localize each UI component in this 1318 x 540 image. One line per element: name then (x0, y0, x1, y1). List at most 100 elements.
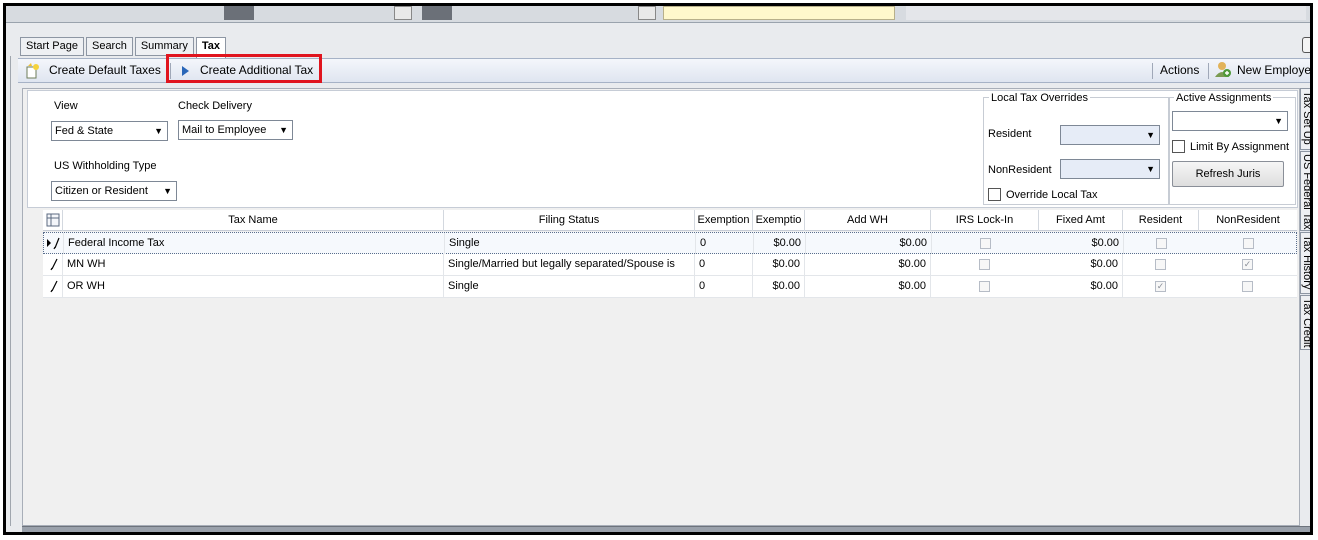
column-header-exemption-amount[interactable]: Exemptio (753, 210, 805, 231)
row-indicator (44, 233, 64, 254)
row-indicator (43, 254, 63, 275)
chevron-down-icon: ▼ (1146, 164, 1155, 174)
view-label: View (54, 100, 78, 112)
row-indicator (43, 276, 63, 297)
active-assignments-select[interactable]: ▼ (1172, 111, 1288, 131)
cell-add-wh[interactable]: $0.00 (805, 276, 931, 297)
resident-checkbox[interactable]: ✓ (1155, 281, 1166, 292)
partial-combo-left (224, 6, 254, 20)
nonresident-checkbox[interactable] (1242, 281, 1253, 292)
column-header-add-wh[interactable]: Add WH (805, 210, 931, 231)
cell-filing-status[interactable]: Single (445, 233, 696, 254)
nonresident-checkbox[interactable] (1243, 238, 1254, 249)
resident-checkbox[interactable] (1156, 238, 1167, 249)
check-delivery-label: Check Delivery (178, 100, 252, 112)
refresh-juris-button[interactable]: Refresh Juris (1172, 161, 1284, 187)
tab-search[interactable]: Search (85, 37, 133, 56)
us-withholding-select[interactable]: Citizen or Resident ▼ (51, 181, 177, 201)
override-local-tax-checkbox[interactable] (988, 188, 1001, 201)
override-local-tax-label: Override Local Tax (1006, 189, 1098, 201)
bottom-splitter[interactable] (22, 526, 1310, 532)
column-header-exemption[interactable]: Exemption (695, 210, 753, 231)
pencil-icon (50, 258, 58, 271)
side-tab-tax-set-up[interactable]: Tax Set Up (1300, 88, 1310, 150)
side-tab-tax-history[interactable]: Tax History (1300, 232, 1310, 294)
check-delivery-select[interactable]: Mail to Employee ▼ (178, 120, 293, 140)
column-header-fixed-amt[interactable]: Fixed Amt (1039, 210, 1123, 231)
view-select[interactable]: Fed & State ▼ (51, 121, 168, 141)
current-row-arrow-icon (47, 237, 60, 250)
resident-select[interactable]: ▼ (1060, 125, 1160, 145)
irs-lock-in-checkbox[interactable] (980, 238, 991, 249)
partial-dropdown-button[interactable] (394, 6, 412, 20)
top-filter-strip (6, 6, 1310, 23)
table-row[interactable]: Federal Income Tax Single 0 $0.00 $0.00 … (43, 232, 1297, 254)
new-employee-label: New Employee (1237, 63, 1313, 77)
resident-label: Resident (988, 128, 1032, 140)
check-delivery-value: Mail to Employee (182, 124, 267, 136)
irs-lock-in-checkbox[interactable] (979, 259, 990, 270)
resident-checkbox[interactable] (1155, 259, 1166, 270)
chevron-down-icon: ▼ (279, 125, 288, 135)
table-row[interactable]: MN WH Single/Married but legally separat… (43, 254, 1297, 276)
view-value: Fed & State (55, 125, 114, 137)
cell-tax-name[interactable]: MN WH (63, 254, 444, 275)
toolbar-separator-right (1152, 63, 1153, 79)
nonresident-checkbox[interactable]: ✓ (1242, 259, 1253, 270)
chevron-down-icon: ▼ (1274, 116, 1283, 126)
cell-exemption-amount[interactable]: $0.00 (753, 254, 805, 275)
nonresident-select[interactable]: ▼ (1060, 159, 1160, 179)
cell-fixed-amt[interactable]: $0.00 (1039, 276, 1123, 297)
side-tab-strip: Tax Set Up US Federal Tax Tax History Ta… (1300, 88, 1310, 350)
column-header-resident[interactable]: Resident (1123, 210, 1199, 231)
cell-filing-status[interactable]: Single (444, 276, 695, 297)
partial-dropdown-button-2[interactable] (638, 6, 656, 20)
cell-fixed-amt[interactable]: $0.00 (1040, 233, 1124, 254)
nonresident-label: NonResident (988, 164, 1052, 176)
cell-add-wh[interactable]: $0.00 (805, 254, 931, 275)
cell-tax-name[interactable]: OR WH (63, 276, 444, 297)
column-header-tax-name[interactable]: Tax Name (63, 210, 444, 231)
irs-lock-in-checkbox[interactable] (979, 281, 990, 292)
column-chooser-button[interactable] (43, 210, 63, 231)
pencil-icon (50, 280, 58, 293)
add-user-icon (1215, 62, 1231, 77)
new-document-icon (26, 63, 39, 79)
side-tab-us-federal-tax[interactable]: US Federal Tax (1300, 151, 1310, 231)
partial-info-field (906, 6, 1306, 20)
table-row[interactable]: OR WH Single 0 $0.00 $0.00 $0.00 ✓ (43, 276, 1297, 298)
side-tab-tax-credit[interactable]: Tax Credit (1300, 295, 1310, 350)
cell-add-wh[interactable]: $0.00 (806, 233, 932, 254)
cell-fixed-amt[interactable]: $0.00 (1039, 254, 1123, 275)
cell-filing-status[interactable]: Single/Married but legally separated/Spo… (444, 254, 695, 275)
chevron-down-icon: ▼ (1146, 130, 1155, 140)
cell-exemption[interactable]: 0 (695, 254, 753, 275)
column-chooser-icon (46, 213, 59, 227)
tax-settings-area: View Fed & State ▼ Check Delivery Mail t… (27, 90, 1298, 208)
cell-exemption-amount[interactable]: $0.00 (753, 276, 805, 297)
panel-restore-button[interactable] (1302, 37, 1310, 53)
partial-yellow-field (663, 6, 895, 20)
chevron-down-icon: ▼ (163, 186, 172, 196)
us-withholding-value: Citizen or Resident (55, 185, 148, 197)
tab-start-page[interactable]: Start Page (20, 37, 84, 56)
limit-by-assignment-label: Limit By Assignment (1190, 141, 1290, 153)
create-default-taxes-label: Create Default Taxes (49, 63, 161, 77)
column-header-irs-lock-in[interactable]: IRS Lock-In (931, 210, 1039, 231)
partial-combo-mid (422, 6, 452, 20)
cell-exemption[interactable]: 0 (695, 276, 753, 297)
cell-tax-name[interactable]: Federal Income Tax (64, 233, 445, 254)
limit-by-assignment-checkbox[interactable] (1172, 140, 1185, 153)
local-tax-overrides-label: Local Tax Overrides (989, 92, 1091, 104)
actions-menu[interactable]: Actions (1160, 59, 1199, 82)
cell-exemption[interactable]: 0 (696, 233, 754, 254)
toolbar-separator-right-2 (1208, 63, 1209, 79)
column-header-nonresident[interactable]: NonResident (1199, 210, 1297, 231)
column-header-filing-status[interactable]: Filing Status (444, 210, 695, 231)
chevron-down-icon: ▼ (154, 126, 163, 136)
left-divider (10, 56, 11, 526)
us-withholding-label: US Withholding Type (54, 160, 157, 172)
grid-header: Tax Name Filing Status Exemption Exempti… (43, 210, 1297, 231)
cell-exemption-amount[interactable]: $0.00 (754, 233, 806, 254)
highlight-create-additional-tax (166, 54, 322, 83)
